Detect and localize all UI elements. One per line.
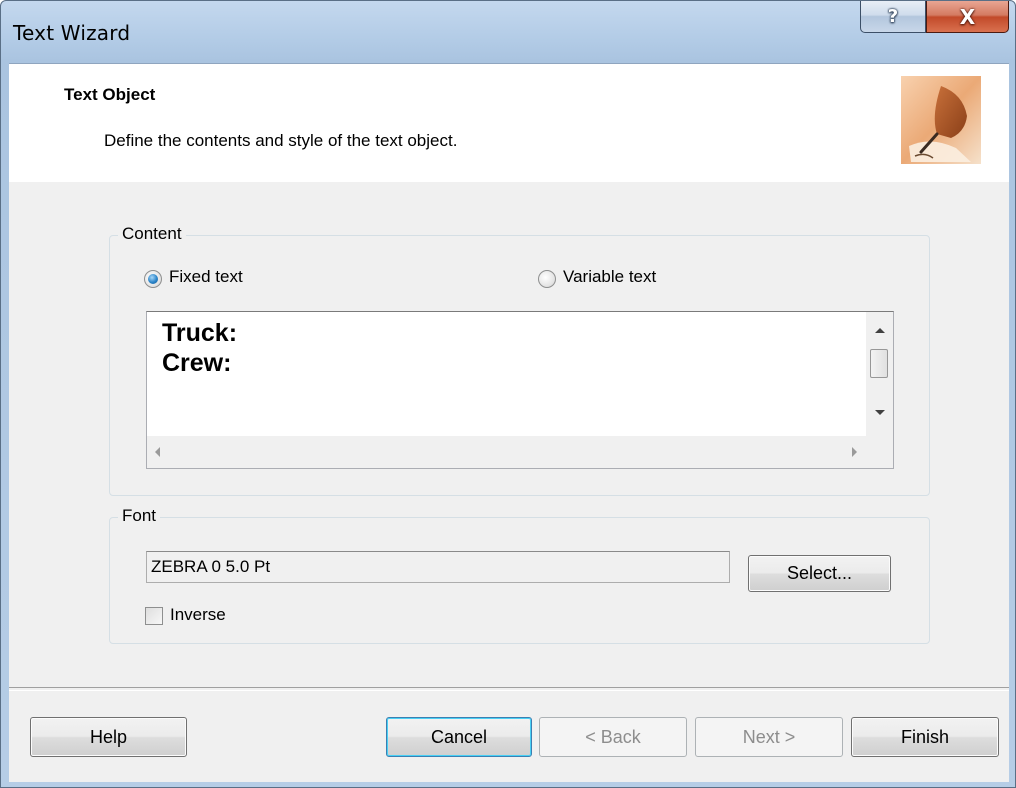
content-group-label: Content	[118, 224, 186, 244]
font-group-label: Font	[118, 506, 161, 526]
dialog-client-area: Text Object Define the contents and styl…	[9, 63, 1009, 782]
close-button[interactable]: X	[926, 1, 1009, 33]
vertical-scroll-thumb[interactable]	[870, 349, 888, 378]
scroll-right-arrow-icon[interactable]	[852, 447, 857, 457]
content-group: Content Fixed text Variable text Truck: …	[109, 224, 930, 496]
window-title: Text Wizard	[13, 21, 131, 45]
question-mark-icon: ?	[887, 6, 899, 27]
text-line-1: Truck:	[162, 319, 238, 347]
scroll-left-arrow-icon[interactable]	[155, 447, 160, 457]
scrollbar-corner	[867, 436, 893, 468]
cancel-button[interactable]: Cancel	[386, 717, 532, 757]
inverse-label[interactable]: Inverse	[170, 605, 226, 625]
close-icon: X	[959, 4, 976, 29]
variable-text-label[interactable]: Variable text	[563, 267, 656, 287]
page-subtitle: Define the contents and style of the tex…	[104, 131, 458, 150]
finish-button[interactable]: Finish	[851, 717, 999, 757]
footer-separator	[9, 687, 1009, 691]
font-group: Font ZEBRA 0 5.0 Pt Select... Inverse	[109, 506, 930, 644]
scroll-down-arrow-icon[interactable]	[875, 410, 885, 415]
help-button[interactable]: Help	[30, 717, 187, 757]
scroll-up-arrow-icon[interactable]	[875, 328, 885, 333]
variable-text-radio[interactable]	[538, 270, 556, 288]
wizard-header: Text Object Define the contents and styl…	[9, 64, 1009, 182]
pen-writing-icon	[901, 76, 981, 164]
font-name-field: ZEBRA 0 5.0 Pt	[146, 551, 730, 583]
title-bar[interactable]: Text Wizard ? X	[1, 1, 1015, 63]
fixed-text-textarea[interactable]: Truck: Crew:	[146, 311, 894, 469]
select-font-button[interactable]: Select...	[748, 555, 891, 592]
next-button[interactable]: Next >	[695, 717, 843, 757]
text-line-2: Crew:	[162, 349, 232, 377]
fixed-text-radio[interactable]	[144, 270, 162, 288]
back-button[interactable]: < Back	[539, 717, 687, 757]
help-caption-button[interactable]: ?	[860, 1, 926, 33]
page-title: Text Object	[64, 85, 156, 104]
text-wizard-window: Text Wizard ? X Text Object Define the c…	[0, 0, 1016, 788]
horizontal-scrollbar[interactable]	[147, 436, 867, 468]
vertical-scrollbar[interactable]	[866, 312, 893, 436]
fixed-text-label[interactable]: Fixed text	[169, 267, 243, 287]
inverse-checkbox[interactable]	[145, 607, 163, 625]
